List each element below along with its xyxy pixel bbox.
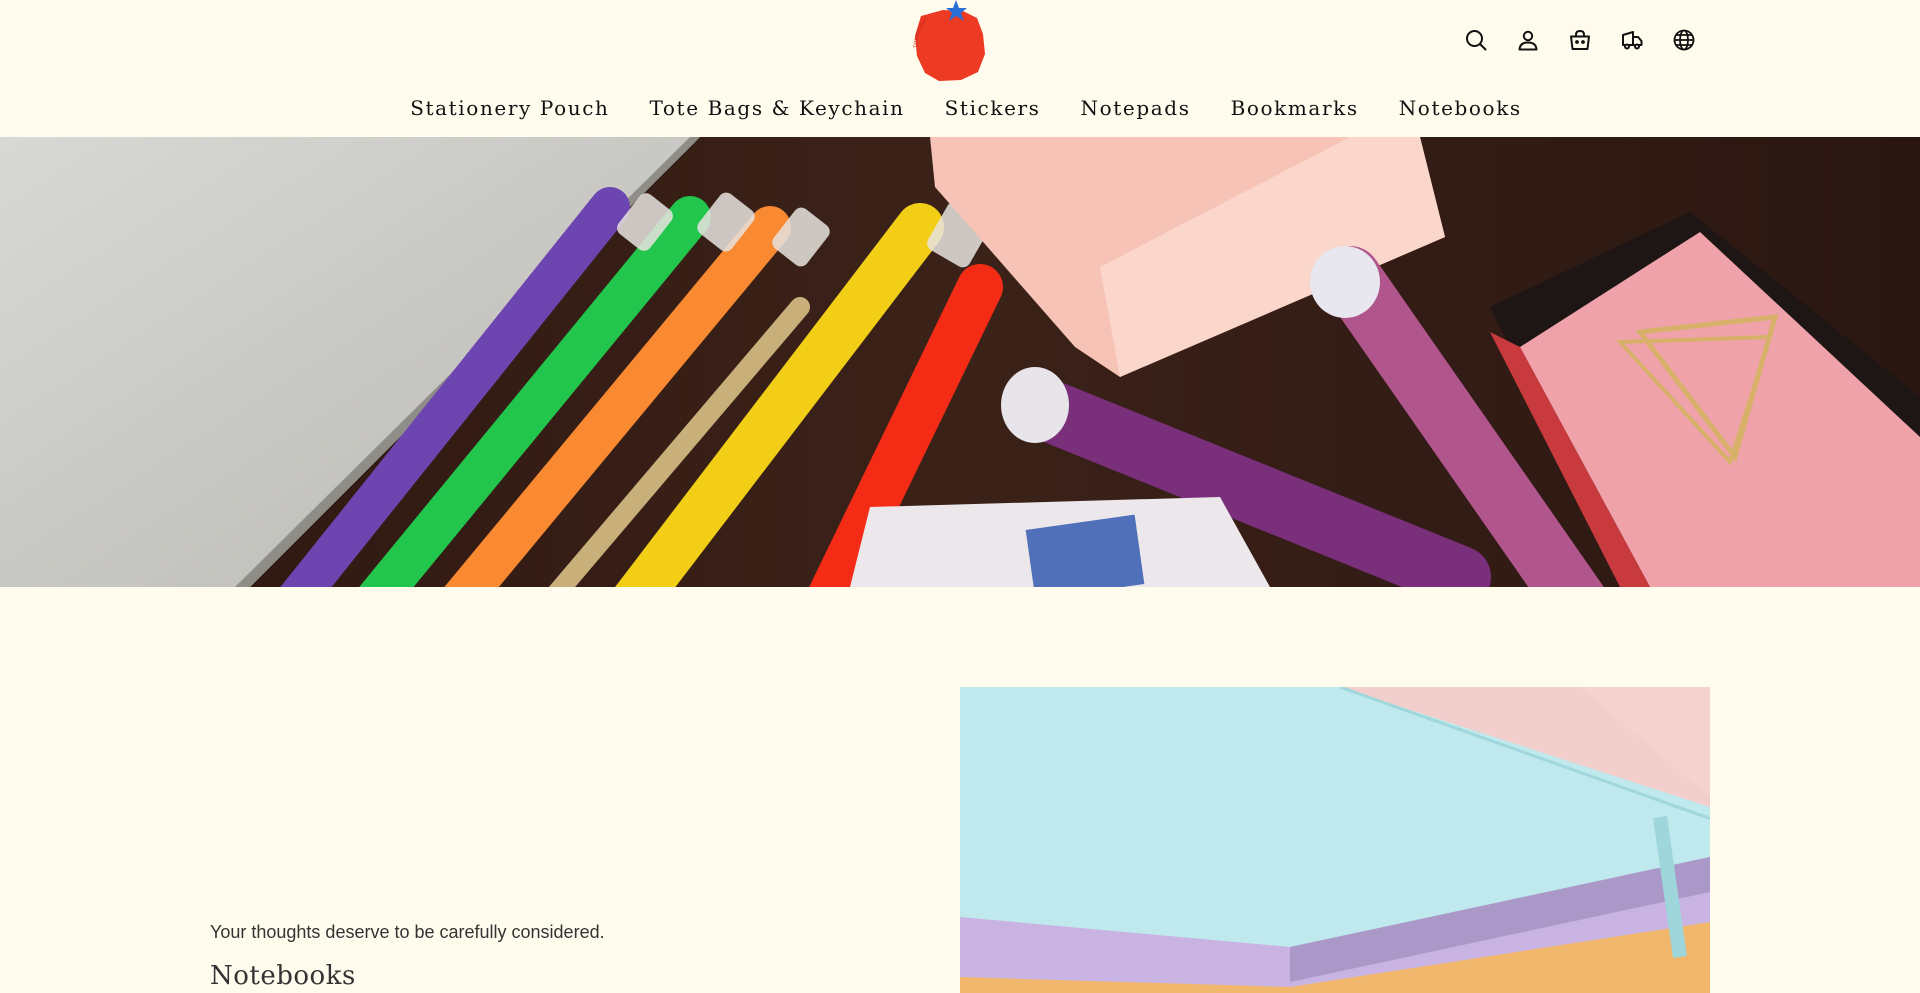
search-icon[interactable]: [1460, 24, 1491, 55]
tomato-logo[interactable]: TOMATOTIST: [905, 0, 997, 84]
main-nav: Stationery Pouch Tote Bags & Keychain St…: [0, 96, 1920, 120]
nav-item-stickers[interactable]: Stickers: [945, 96, 1041, 120]
account-icon[interactable]: [1512, 24, 1543, 55]
site-header: TOMATOTIST Stationery Pouch Tote Bags & …: [0, 0, 1920, 137]
nav-item-notebooks[interactable]: Notebooks: [1399, 96, 1522, 120]
nav-item-bookmarks[interactable]: Bookmarks: [1231, 96, 1359, 120]
feature-tagline: Your thoughts deserve to be carefully co…: [210, 922, 605, 942]
hero-image-stationery: [0, 137, 1920, 587]
logo-icon: TOMATOTIST: [913, 0, 985, 81]
shipping-icon[interactable]: [1616, 24, 1647, 55]
feature-image-notebooks[interactable]: [960, 687, 1710, 993]
feature-text: Your thoughts deserve to be carefully co…: [210, 922, 910, 991]
header-icons: [1460, 24, 1699, 55]
nav-item-stationery-pouch[interactable]: Stationery Pouch: [410, 96, 609, 120]
notebook-stack-image: [960, 687, 1710, 993]
hero-banner: [0, 137, 1920, 587]
nav-item-notepads[interactable]: Notepads: [1081, 96, 1191, 120]
cart-icon[interactable]: [1564, 24, 1595, 55]
globe-icon[interactable]: [1668, 24, 1699, 55]
feature-title[interactable]: Notebooks: [210, 961, 910, 991]
nav-item-tote-bags-keychain[interactable]: Tote Bags & Keychain: [650, 96, 905, 120]
